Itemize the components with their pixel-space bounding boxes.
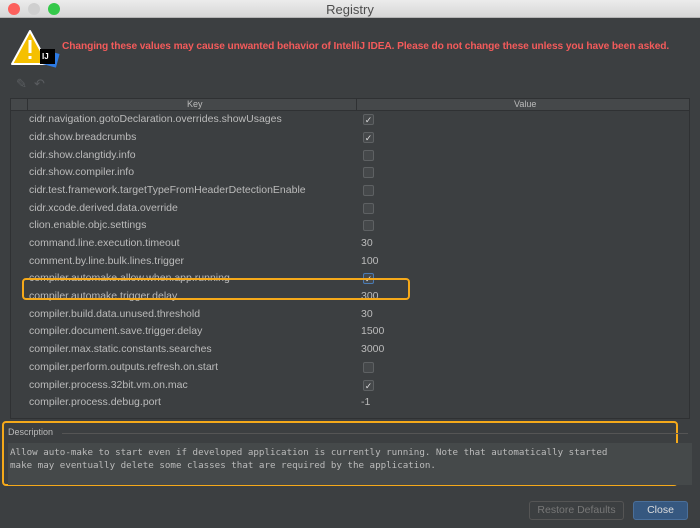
row-key: cidr.test.framework.targetTypeFromHeader… bbox=[29, 183, 306, 196]
table-body: cidr.max.intellisense.file.length500000c… bbox=[11, 99, 689, 412]
revert-icon[interactable]: ↶ bbox=[34, 76, 45, 92]
table-row[interactable]: cidr.show.compiler.info bbox=[11, 164, 689, 182]
row-key: compiler.document.save.trigger.delay bbox=[29, 325, 203, 338]
row-value[interactable]: 30 bbox=[361, 235, 373, 253]
row-checkbox[interactable] bbox=[363, 149, 374, 161]
divider bbox=[62, 433, 688, 434]
edit-icon[interactable]: ✎ bbox=[16, 76, 27, 92]
row-checkbox[interactable] bbox=[363, 184, 374, 196]
registry-table: Key Value cidr.max.intellisense.file.len… bbox=[10, 98, 690, 419]
table-row[interactable]: compiler.document.save.trigger.delay 1500 bbox=[11, 323, 689, 341]
table-row[interactable]: cidr.show.breadcrumbs ✓ bbox=[11, 129, 689, 147]
row-key: cidr.show.compiler.info bbox=[29, 166, 135, 179]
table-row[interactable]: compiler.process.32bit.vm.on.mac ✓ bbox=[11, 377, 689, 395]
row-checkbox[interactable] bbox=[363, 167, 374, 179]
row-key: compiler.build.data.unused.threshold bbox=[29, 307, 201, 320]
close-button[interactable]: Close bbox=[633, 501, 688, 520]
row-key: command.line.execution.timeout bbox=[29, 237, 180, 249]
svg-text:IJ: IJ bbox=[42, 52, 49, 61]
row-checkbox[interactable]: ✓ bbox=[363, 131, 374, 143]
restore-defaults-button[interactable]: Restore Defaults bbox=[529, 501, 624, 520]
highlight-selected-row bbox=[22, 278, 410, 300]
row-key: cidr.xcode.derived.data.override bbox=[29, 201, 178, 214]
row-value[interactable]: 1500 bbox=[361, 323, 384, 341]
table-row[interactable]: compiler.perform.outputs.refresh.on.star… bbox=[11, 359, 689, 377]
warning-message: Changing these values may cause unwanted… bbox=[62, 41, 670, 52]
table-row[interactable]: compiler.process.debug.port -1 bbox=[11, 394, 689, 412]
row-key: compiler.perform.outputs.refresh.on.star… bbox=[29, 360, 219, 373]
row-checkbox[interactable] bbox=[363, 220, 374, 232]
row-checkbox[interactable] bbox=[363, 202, 374, 214]
title-bar: Registry bbox=[0, 0, 700, 18]
table-row[interactable]: command.line.execution.timeout 30 bbox=[11, 235, 689, 253]
row-value[interactable]: 30 bbox=[361, 306, 373, 324]
value-column-header[interactable]: Value bbox=[514, 99, 536, 109]
row-checkbox[interactable]: ✓ bbox=[363, 379, 374, 391]
table-row[interactable]: cidr.test.framework.targetTypeFromHeader… bbox=[11, 182, 689, 200]
description-text: Allow auto-make to start even if develop… bbox=[8, 443, 692, 485]
row-checkbox[interactable] bbox=[363, 361, 374, 373]
key-column-header[interactable]: Key bbox=[187, 99, 203, 109]
table-row[interactable]: cidr.show.clangtidy.info bbox=[11, 147, 689, 165]
warning-icon: IJ bbox=[11, 30, 60, 68]
row-key: cidr.show.breadcrumbs bbox=[29, 130, 137, 143]
row-value[interactable]: -1 bbox=[361, 394, 370, 412]
row-checkbox[interactable]: ✓ bbox=[363, 114, 374, 126]
row-value[interactable]: 100 bbox=[361, 253, 379, 271]
table-row[interactable]: comment.by.line.bulk.lines.trigger 100 bbox=[11, 253, 689, 271]
description-label: Description bbox=[8, 427, 54, 437]
window-title: Registry bbox=[326, 2, 374, 17]
table-row[interactable]: clion.enable.objc.settings bbox=[11, 217, 689, 235]
table-row[interactable]: cidr.xcode.derived.data.override bbox=[11, 200, 689, 218]
row-key: compiler.process.debug.port bbox=[29, 396, 161, 409]
row-key: cidr.navigation.gotoDeclaration.override… bbox=[29, 113, 282, 126]
table-header: Key Value bbox=[11, 99, 689, 111]
row-key: cidr.show.clangtidy.info bbox=[29, 148, 136, 161]
row-key: compiler.process.32bit.vm.on.mac bbox=[29, 378, 188, 391]
table-row[interactable]: cidr.navigation.gotoDeclaration.override… bbox=[11, 111, 689, 129]
row-key: comment.by.line.bulk.lines.trigger bbox=[29, 254, 185, 267]
row-key: compiler.max.static.constants.searches bbox=[29, 343, 212, 356]
table-row[interactable]: compiler.build.data.unused.threshold 30 bbox=[11, 306, 689, 324]
row-key: clion.enable.objc.settings bbox=[29, 219, 147, 232]
table-row[interactable]: compiler.max.static.constants.searches 30… bbox=[11, 341, 689, 359]
row-value[interactable]: 3000 bbox=[361, 341, 384, 359]
